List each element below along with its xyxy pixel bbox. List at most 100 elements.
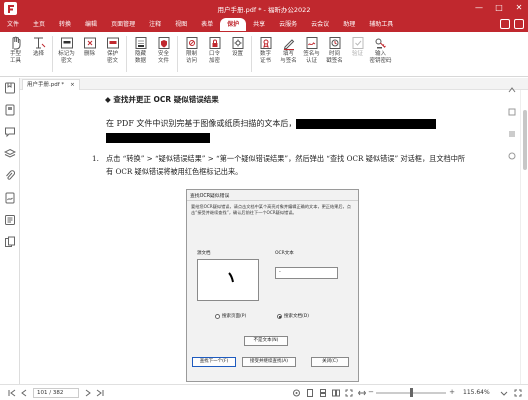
two-page-icon[interactable] [332, 389, 340, 397]
radio-doc-dot[interactable] [277, 313, 282, 319]
zoom-in-button[interactable]: + [447, 388, 457, 396]
fit-width-icon[interactable] [358, 389, 366, 397]
radio-page-dot[interactable] [215, 313, 220, 319]
ribbon-separator [177, 36, 178, 72]
zoom-out-button[interactable]: − [366, 388, 376, 396]
ribbon-separator [251, 36, 252, 72]
layers-panel-icon[interactable] [4, 148, 16, 160]
ribbon-tool-sign-cert[interactable]: 签名与 认证 [300, 36, 323, 64]
menu-item-11[interactable]: 云会议 [304, 18, 336, 31]
content-panel-icon[interactable] [4, 214, 16, 226]
step-number: 1. [92, 154, 99, 163]
find-next-button[interactable]: 查找下一个(F) [192, 357, 236, 367]
restrict-access-icon [186, 37, 197, 49]
ocr-text-label: OCR文本 [275, 251, 294, 256]
accept-continue-button[interactable]: 接受并继续查找(A) [242, 357, 296, 367]
redaction-block [106, 133, 210, 143]
menu-item-3[interactable]: 编辑 [78, 18, 104, 31]
menu-item-1[interactable]: 主页 [26, 18, 52, 31]
pages-panel-icon[interactable] [4, 236, 16, 248]
comment-panel-icon[interactable] [4, 126, 16, 138]
menu-item-10[interactable]: 云服务 [272, 18, 304, 31]
continuous-page-icon[interactable] [319, 389, 327, 397]
timestamp-icon [329, 37, 340, 49]
thumbnail-panel-icon[interactable] [4, 104, 16, 116]
side-tool-icon[interactable] [508, 130, 516, 138]
zoom-slider-knob[interactable] [410, 388, 413, 397]
sign-cert-icon [306, 37, 317, 49]
attachment-panel-icon[interactable] [4, 170, 16, 182]
view-mode-icon[interactable] [292, 389, 301, 397]
first-page-icon[interactable] [8, 389, 16, 397]
notification-icon[interactable] [514, 19, 524, 29]
side-tool-icon[interactable] [508, 152, 516, 160]
last-page-icon[interactable] [96, 389, 104, 397]
ribbon-tool-settings[interactable]: 设置 [226, 36, 249, 58]
single-page-icon[interactable] [306, 389, 314, 397]
close-tab-icon[interactable]: × [70, 80, 75, 90]
not-text-button[interactable]: 不是文本(N) [244, 336, 288, 346]
ocr-text-input[interactable]: - [275, 267, 338, 279]
side-tool-icon[interactable] [508, 108, 516, 116]
zoom-menu-icon[interactable] [500, 389, 508, 397]
ribbon-tool-label: 时间 戳签名 [326, 51, 343, 64]
menu-item-7[interactable]: 表单 [194, 18, 220, 31]
menu-item-4[interactable]: 页面管理 [104, 18, 142, 31]
ribbon-tool-restrict-access[interactable]: 限制 访问 [180, 36, 203, 64]
search-icon[interactable] [500, 19, 510, 29]
ribbon-tool-key[interactable]: 输入 密钥密码 [369, 36, 392, 64]
ribbon-tool-label: 输入 密钥密码 [369, 51, 392, 64]
fullscreen-icon[interactable] [514, 389, 522, 397]
ribbon-tool-protect[interactable]: 保护 密文 [101, 36, 124, 64]
radio-search-document[interactable]: 搜索文档(D) [277, 313, 309, 319]
next-page-icon[interactable] [84, 389, 92, 397]
zoom-level[interactable]: 115.64% [463, 389, 490, 396]
fit-page-icon[interactable] [345, 389, 353, 397]
page-number-input[interactable]: 101 / 382 [33, 388, 79, 398]
maximize-button[interactable]: □ [494, 2, 504, 14]
signature-panel-icon[interactable] [4, 192, 16, 204]
settings-icon [232, 37, 243, 49]
menu-item-6[interactable]: 视图 [168, 18, 194, 31]
protect-icon [106, 37, 119, 49]
ribbon-tool-delete[interactable]: 删除 [78, 36, 101, 58]
minimize-button[interactable]: — [474, 2, 484, 14]
step-item: 1. 点击 “转换” > “疑似错误结果” > “第一个疑似错误结果”，然后弹出… [92, 152, 466, 178]
section-heading: ◆ 查找并更正 OCR 疑似错误结果 [105, 95, 219, 104]
scroll-up-icon[interactable] [508, 86, 516, 94]
ribbon-tool-label: 隐藏 数据 [134, 51, 146, 64]
ribbon-tool-hidden-data[interactable]: 隐藏 数据 [129, 36, 152, 64]
ribbon-tool-security[interactable]: 安全 文件 [152, 36, 175, 64]
menu-item-0[interactable]: 文件 [0, 18, 26, 31]
hand-icon [12, 36, 20, 50]
step-text: 点击 “转换” > “疑似错误结果” > “第一个疑似错误结果”，然后弹出 “查… [106, 154, 466, 176]
menu-item-5[interactable]: 注释 [142, 18, 168, 31]
menu-item-9[interactable]: 共享 [246, 18, 272, 31]
ribbon-tool-validate[interactable]: 验证 [346, 36, 369, 58]
ribbon-tool-label: 设置 [231, 51, 243, 57]
close-window-button[interactable]: ✕ [514, 2, 524, 14]
dialog-close-button[interactable]: 关闭(C) [311, 357, 349, 367]
menu-item-13[interactable]: 辅助工具 [362, 18, 400, 31]
bookmark-panel-icon[interactable] [4, 82, 16, 94]
ribbon-tool-timestamp[interactable]: 时间 戳签名 [323, 36, 346, 64]
menu-item-2[interactable]: 转换 [52, 18, 78, 31]
menu-item-12[interactable]: 助理 [336, 18, 362, 31]
ribbon-tool-fill-sign[interactable]: 填写 与签名 [277, 36, 300, 64]
dialog-description: 要给您OCR疑似错误，请点击文档中某个高亮对象并编辑正确的文本，更正结果后，点击… [191, 204, 351, 215]
document-tab[interactable]: 用户手册.pdf * × [22, 79, 80, 90]
ribbon-tool-select-text[interactable]: 选择 [27, 36, 50, 58]
ribbon-tool-hand[interactable]: 手型 工具 [4, 36, 27, 64]
radio-search-page[interactable]: 搜索页面(P) [215, 313, 246, 319]
scroll-thumb[interactable] [523, 110, 527, 170]
ribbon-tool-certificate[interactable]: 数字 证书 [254, 36, 277, 64]
ribbon-tool-label: 限制 访问 [185, 51, 197, 64]
document-view[interactable]: ◆ 查找并更正 OCR 疑似错误结果 在 PDF 文件中识别完基于图像或纸质扫描… [20, 90, 520, 384]
glyph-preview-icon [228, 272, 234, 283]
ribbon-tool-mark-redaction[interactable]: 标记为 密文 [55, 36, 78, 64]
ocr-text-value: - [279, 269, 281, 275]
vertical-scrollbar[interactable] [520, 90, 528, 384]
prev-page-icon[interactable] [20, 389, 28, 397]
ribbon-tool-password-encrypt[interactable]: 口令 加密 [203, 36, 226, 64]
menu-item-8[interactable]: 保护 [220, 18, 247, 31]
